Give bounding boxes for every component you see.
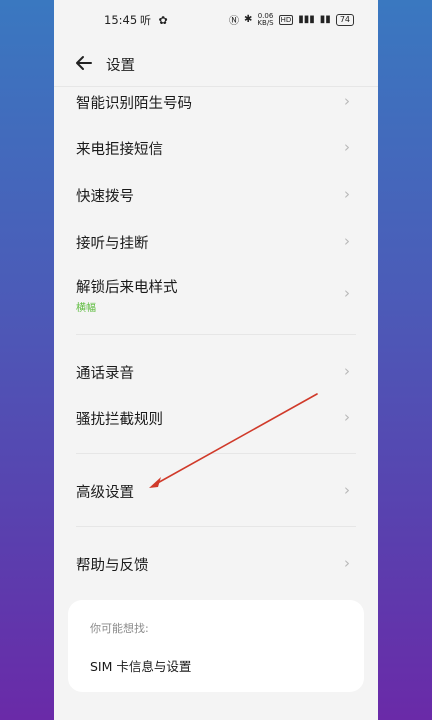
annotation-arrow-icon: [149, 393, 318, 488]
phone-screen: 15:45 听 ✿ Ⓝ ✱ 0.06 KB/S HD ▮▮▮ ▮▮ 74 设置 …: [54, 0, 378, 720]
